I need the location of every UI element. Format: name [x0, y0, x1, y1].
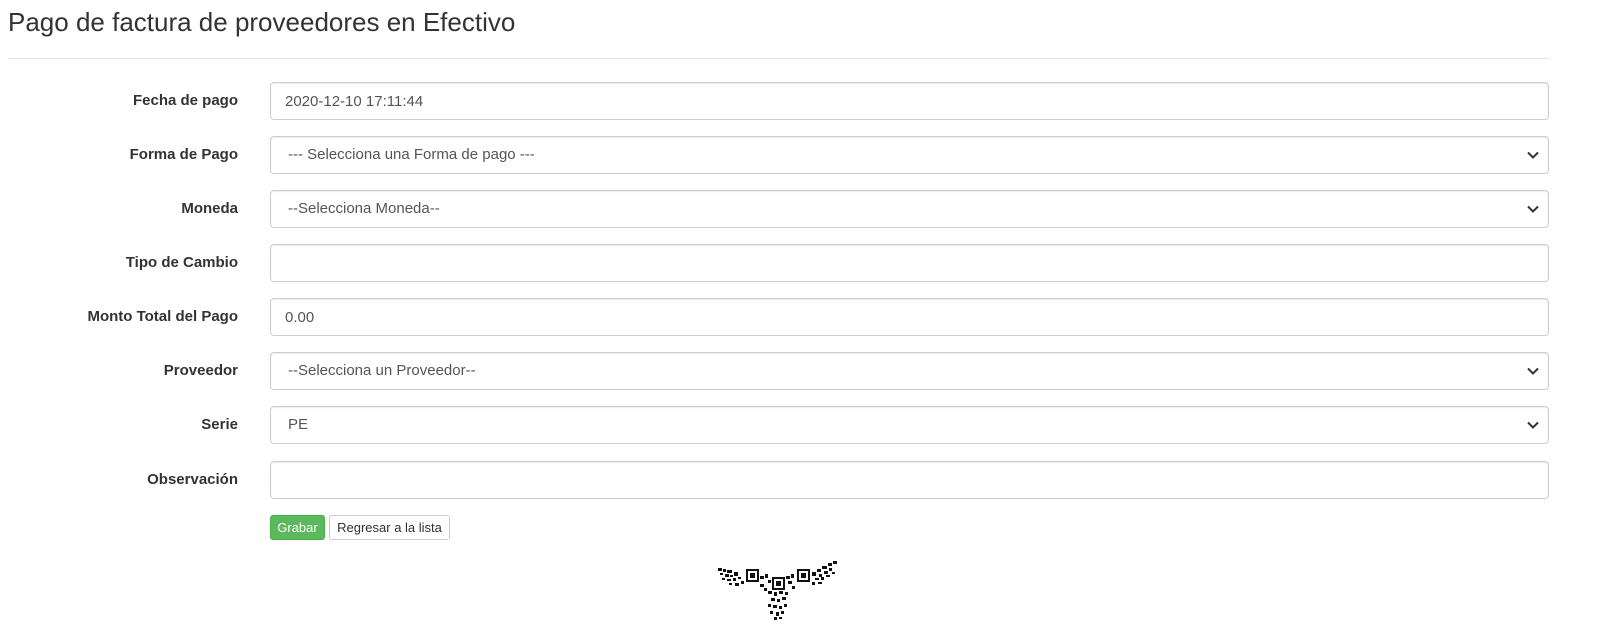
observacion-input[interactable]	[270, 461, 1549, 499]
monto-total-input[interactable]	[270, 298, 1549, 336]
form-row-fecha-pago: Fecha de pago	[0, 82, 1597, 120]
proveedor-label: Proveedor	[163, 362, 238, 379]
form-row-forma-pago: Forma de Pago --- Selecciona una Forma d…	[0, 136, 1597, 174]
forma-pago-select[interactable]: --- Selecciona una Forma de pago ---	[270, 136, 1549, 174]
form-row-monto-total: Monto Total del Pago	[0, 298, 1597, 336]
regresar-lista-button[interactable]: Regresar a la lista	[329, 515, 450, 540]
chevron-down-icon	[1527, 151, 1539, 159]
tipo-cambio-input[interactable]	[270, 244, 1549, 282]
moneda-select[interactable]: --Selecciona Moneda--	[270, 190, 1549, 228]
tipo-cambio-label: Tipo de Cambio	[125, 254, 238, 271]
proveedor-selected-value: --Selecciona un Proveedor--	[288, 362, 476, 379]
page-title: Pago de factura de proveedores en Efecti…	[8, 7, 516, 37]
form-row-moneda: Moneda --Selecciona Moneda--	[0, 190, 1597, 228]
forma-pago-selected-value: --- Selecciona una Forma de pago ---	[288, 146, 535, 163]
moneda-selected-value: --Selecciona Moneda--	[288, 200, 440, 217]
chevron-down-icon	[1527, 205, 1539, 213]
observacion-label: Observación	[147, 471, 238, 488]
title-divider	[8, 58, 1549, 59]
form-row-tipo-cambio: Tipo de Cambio	[0, 244, 1597, 282]
monto-total-label: Monto Total del Pago	[87, 308, 238, 325]
serie-label: Serie	[201, 416, 238, 433]
fecha-pago-input[interactable]	[270, 82, 1549, 120]
form-row-observacion: Observación	[0, 461, 1597, 499]
grabar-button[interactable]: Grabar	[270, 515, 325, 540]
form-row-proveedor: Proveedor --Selecciona un Proveedor--	[0, 352, 1597, 390]
fecha-pago-label: Fecha de pago	[132, 92, 238, 109]
moneda-label: Moneda	[181, 200, 238, 217]
chevron-down-icon	[1527, 421, 1539, 429]
page: Pago de factura de proveedores en Efecti…	[0, 0, 1597, 637]
serie-selected-value: PE	[288, 416, 309, 433]
proveedor-select[interactable]: --Selecciona un Proveedor--	[270, 352, 1549, 390]
forma-pago-label: Forma de Pago	[129, 146, 238, 163]
form-row-serie: Serie PE	[0, 406, 1597, 444]
chevron-down-icon	[1527, 367, 1539, 375]
serie-select[interactable]: PE	[270, 406, 1549, 444]
qr-eagle-logo-icon	[718, 561, 837, 620]
